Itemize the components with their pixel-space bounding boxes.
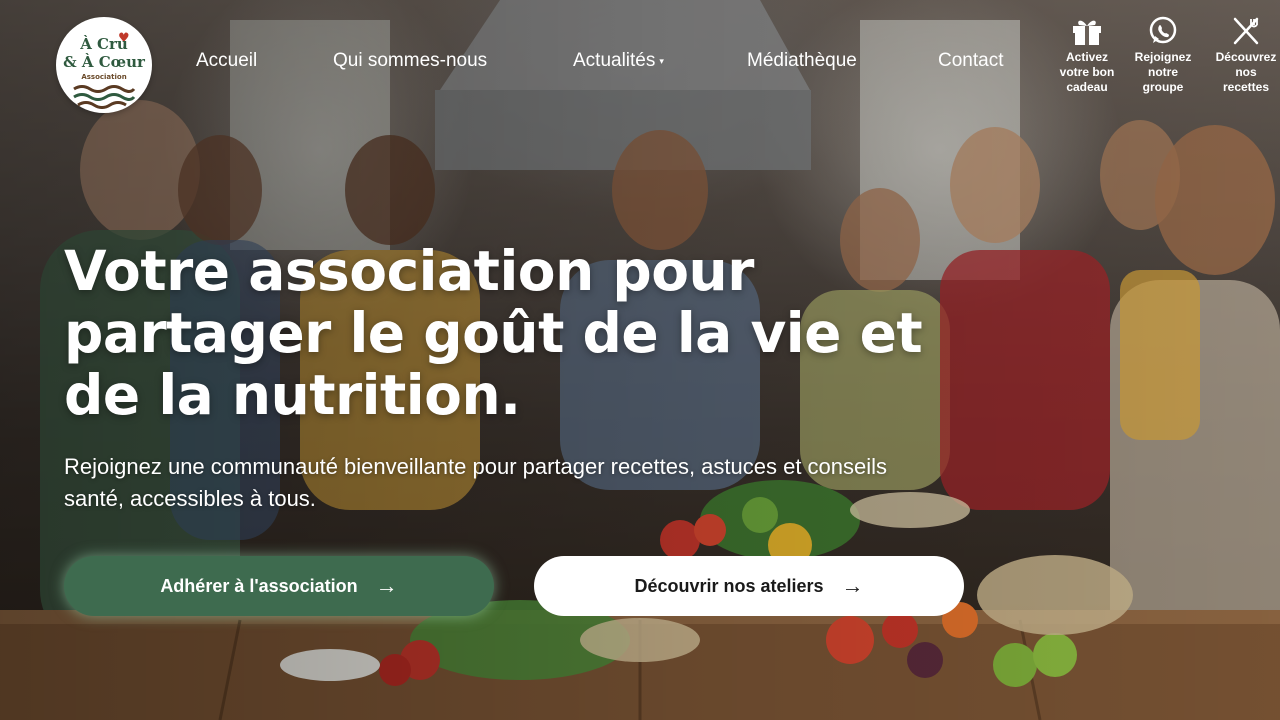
nav-item-label: Contact (938, 50, 1004, 71)
quick-action-label: Découvrez nos recettes (1215, 50, 1277, 94)
discover-workshops-button[interactable]: Découvrir nos ateliers → (534, 556, 964, 616)
top-navigation: ♥ À Cru & À Cœur Association Accueil Qui… (0, 0, 1280, 120)
logo-subtitle: Association (81, 73, 127, 81)
nav-item-mediatheque[interactable]: Médiathèque (747, 49, 857, 73)
gift-icon (1073, 20, 1101, 45)
nav-item-actualites[interactable]: Actualités ▾ (573, 49, 664, 73)
quick-action-label: Activez votre bon cadeau (1059, 50, 1115, 94)
discover-workshops-label: Découvrir nos ateliers (634, 575, 824, 596)
hero-section: ♥ À Cru & À Cœur Association Accueil Qui… (0, 0, 1280, 720)
utensils-icon (1233, 17, 1259, 45)
nav-item-label: Accueil (196, 50, 258, 71)
join-association-button[interactable]: Adhérer à l'association → (64, 556, 494, 616)
nav-item-label: Actualités (573, 50, 656, 72)
nav-item-contact[interactable]: Contact (938, 49, 1003, 73)
nav-item-accueil[interactable]: Accueil (196, 49, 257, 73)
quick-action-whatsapp-group[interactable]: Rejoignez notre groupe (1128, 16, 1198, 95)
logo-text-line1: À Cru (80, 35, 128, 53)
hero-title: Votre association pour partager le goût … (64, 239, 923, 427)
logo-text-line2: & À Cœur (63, 53, 145, 71)
quick-action-gift-card[interactable]: Activez votre bon cadeau (1052, 16, 1122, 95)
quick-action-recipes[interactable]: Découvrez nos recettes (1211, 16, 1280, 95)
site-logo[interactable]: ♥ À Cru & À Cœur Association (56, 17, 152, 113)
join-association-label: Adhérer à l'association (160, 575, 358, 596)
nav-item-qui-sommes-nous[interactable]: Qui sommes-nous (333, 49, 487, 73)
hero-subtitle: Rejoignez une communauté bienveillante p… (64, 454, 888, 511)
arrow-right-icon: → (375, 573, 398, 598)
waves-icon (73, 85, 136, 109)
nav-item-label: Qui sommes-nous (333, 50, 488, 71)
quick-action-label: Rejoignez notre groupe (1134, 50, 1192, 94)
arrow-right-icon: → (841, 573, 864, 598)
nav-item-label: Médiathèque (747, 50, 857, 71)
whatsapp-icon (1149, 16, 1177, 44)
caret-down-icon: ▾ (659, 56, 664, 66)
